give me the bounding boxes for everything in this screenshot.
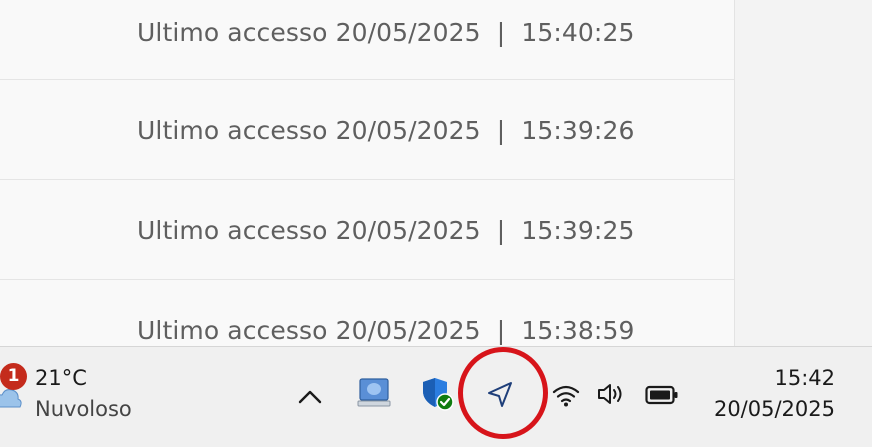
weather-condition: Nuvoloso: [35, 397, 132, 421]
list-item[interactable]: Ultimo accesso 20/05/2025 | 15:38:59: [0, 280, 734, 346]
list-item[interactable]: Ultimo accesso 20/05/2025 | 15:40:25: [0, 0, 734, 80]
windows-security-icon[interactable]: [420, 376, 456, 412]
network-computer-icon[interactable]: [356, 376, 392, 410]
location-icon[interactable]: [485, 380, 515, 410]
chevron-up-icon[interactable]: [297, 387, 323, 405]
list-item[interactable]: Ultimo accesso 20/05/2025 | 15:39:25: [0, 180, 734, 280]
clock-date: 20/05/2025: [713, 397, 835, 421]
access-log-text: Ultimo accesso 20/05/2025 | 15:38:59: [137, 316, 635, 345]
access-log-text: Ultimo accesso 20/05/2025 | 15:39:26: [137, 116, 635, 145]
list-item[interactable]: Ultimo accesso 20/05/2025 | 15:39:26: [0, 80, 734, 180]
access-log-text: Ultimo accesso 20/05/2025 | 15:39:25: [137, 216, 635, 245]
notification-badge: 1: [0, 363, 27, 390]
battery-icon[interactable]: [645, 385, 679, 405]
wifi-icon[interactable]: [552, 382, 580, 408]
access-log-text: Ultimo accesso 20/05/2025 | 15:40:25: [137, 18, 635, 47]
window-background: [735, 0, 872, 346]
weather-temperature: 21°C: [35, 366, 87, 390]
access-log-list: Ultimo accesso 20/05/2025 | 15:40:25 Ult…: [0, 0, 735, 346]
clock-time: 15:42: [774, 366, 835, 390]
taskbar: 1 21°C Nuvoloso 15:42 20/05/2025: [0, 346, 872, 447]
volume-icon[interactable]: [596, 381, 628, 407]
